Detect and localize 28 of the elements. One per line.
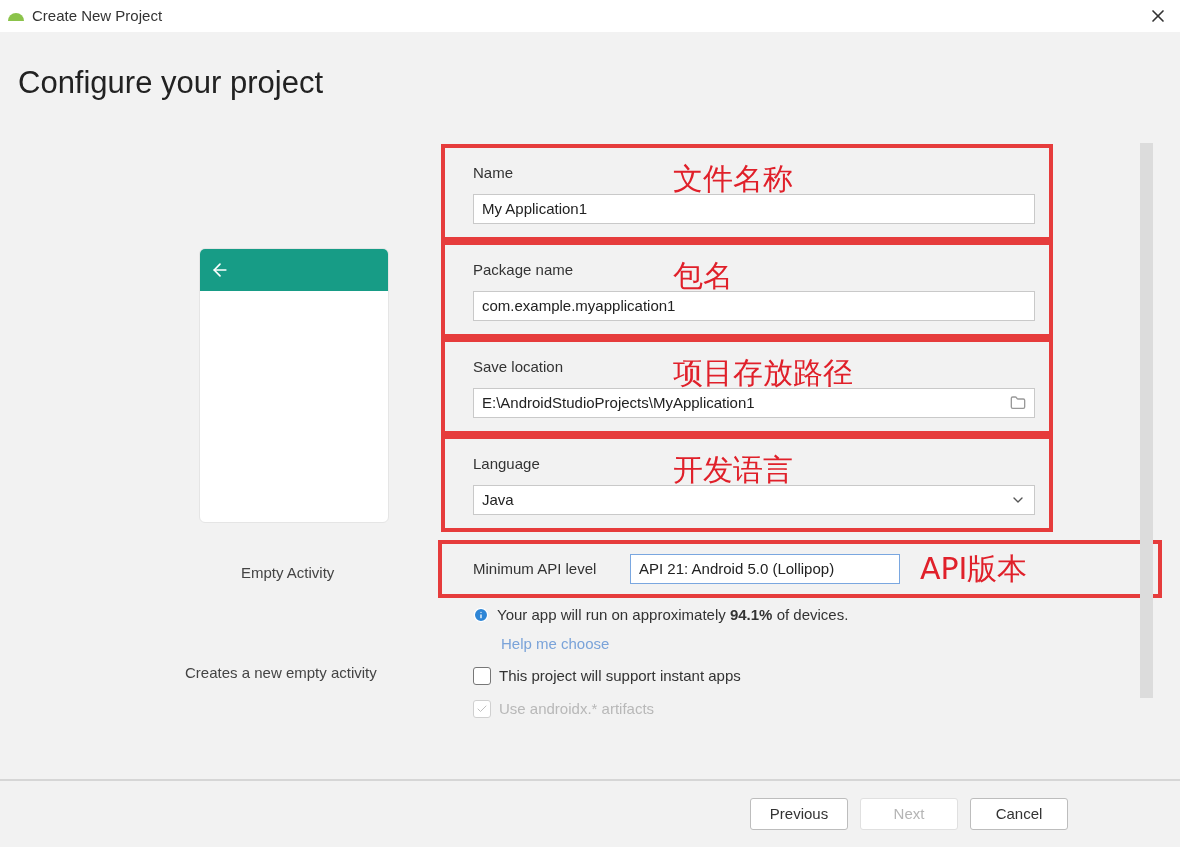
info-icon: [473, 607, 489, 624]
field-label: Minimum API level: [473, 558, 598, 579]
annotation-label: API版本: [920, 554, 1028, 584]
checkbox[interactable]: [473, 667, 491, 686]
template-description: Creates a new empty activity: [185, 663, 377, 683]
field-label: Save location: [473, 356, 565, 377]
annotation-label: 开发语言: [673, 455, 793, 485]
window-title: Create New Project: [32, 5, 163, 26]
text-field[interactable]: com.example.myapplication1: [473, 291, 1035, 321]
language-dropdown[interactable]: Java: [473, 485, 1035, 515]
annotation-label: 文件名称: [673, 164, 793, 194]
field-label: Language: [473, 453, 541, 474]
text-field[interactable]: My Application1: [473, 194, 1035, 224]
annotation-label: 项目存放路径: [673, 358, 853, 388]
page-heading: Configure your project: [18, 64, 324, 102]
template-name: Empty Activity: [241, 563, 335, 583]
scrollbar[interactable]: [1140, 143, 1153, 698]
checkbox-label: This project will support instant apps: [499, 666, 741, 686]
field-label: Package name: [473, 259, 575, 280]
path-field[interactable]: E:\AndroidStudioProjects\MyApplication1: [473, 388, 1035, 418]
dialog-button[interactable]: Previous: [750, 798, 848, 830]
annotation-label: 包名: [673, 261, 733, 291]
dialog-button[interactable]: Cancel: [970, 798, 1068, 830]
field-label: Name: [473, 162, 514, 183]
info-text: Your app will run on approximately 94.1% of devices.: [497, 605, 849, 625]
api-level-dropdown[interactable]: API 21: Android 5.0 (Lollipop): [630, 554, 900, 584]
folder-icon[interactable]: [1010, 395, 1026, 411]
checkbox-label: Use androidx.* artifacts: [499, 698, 655, 719]
